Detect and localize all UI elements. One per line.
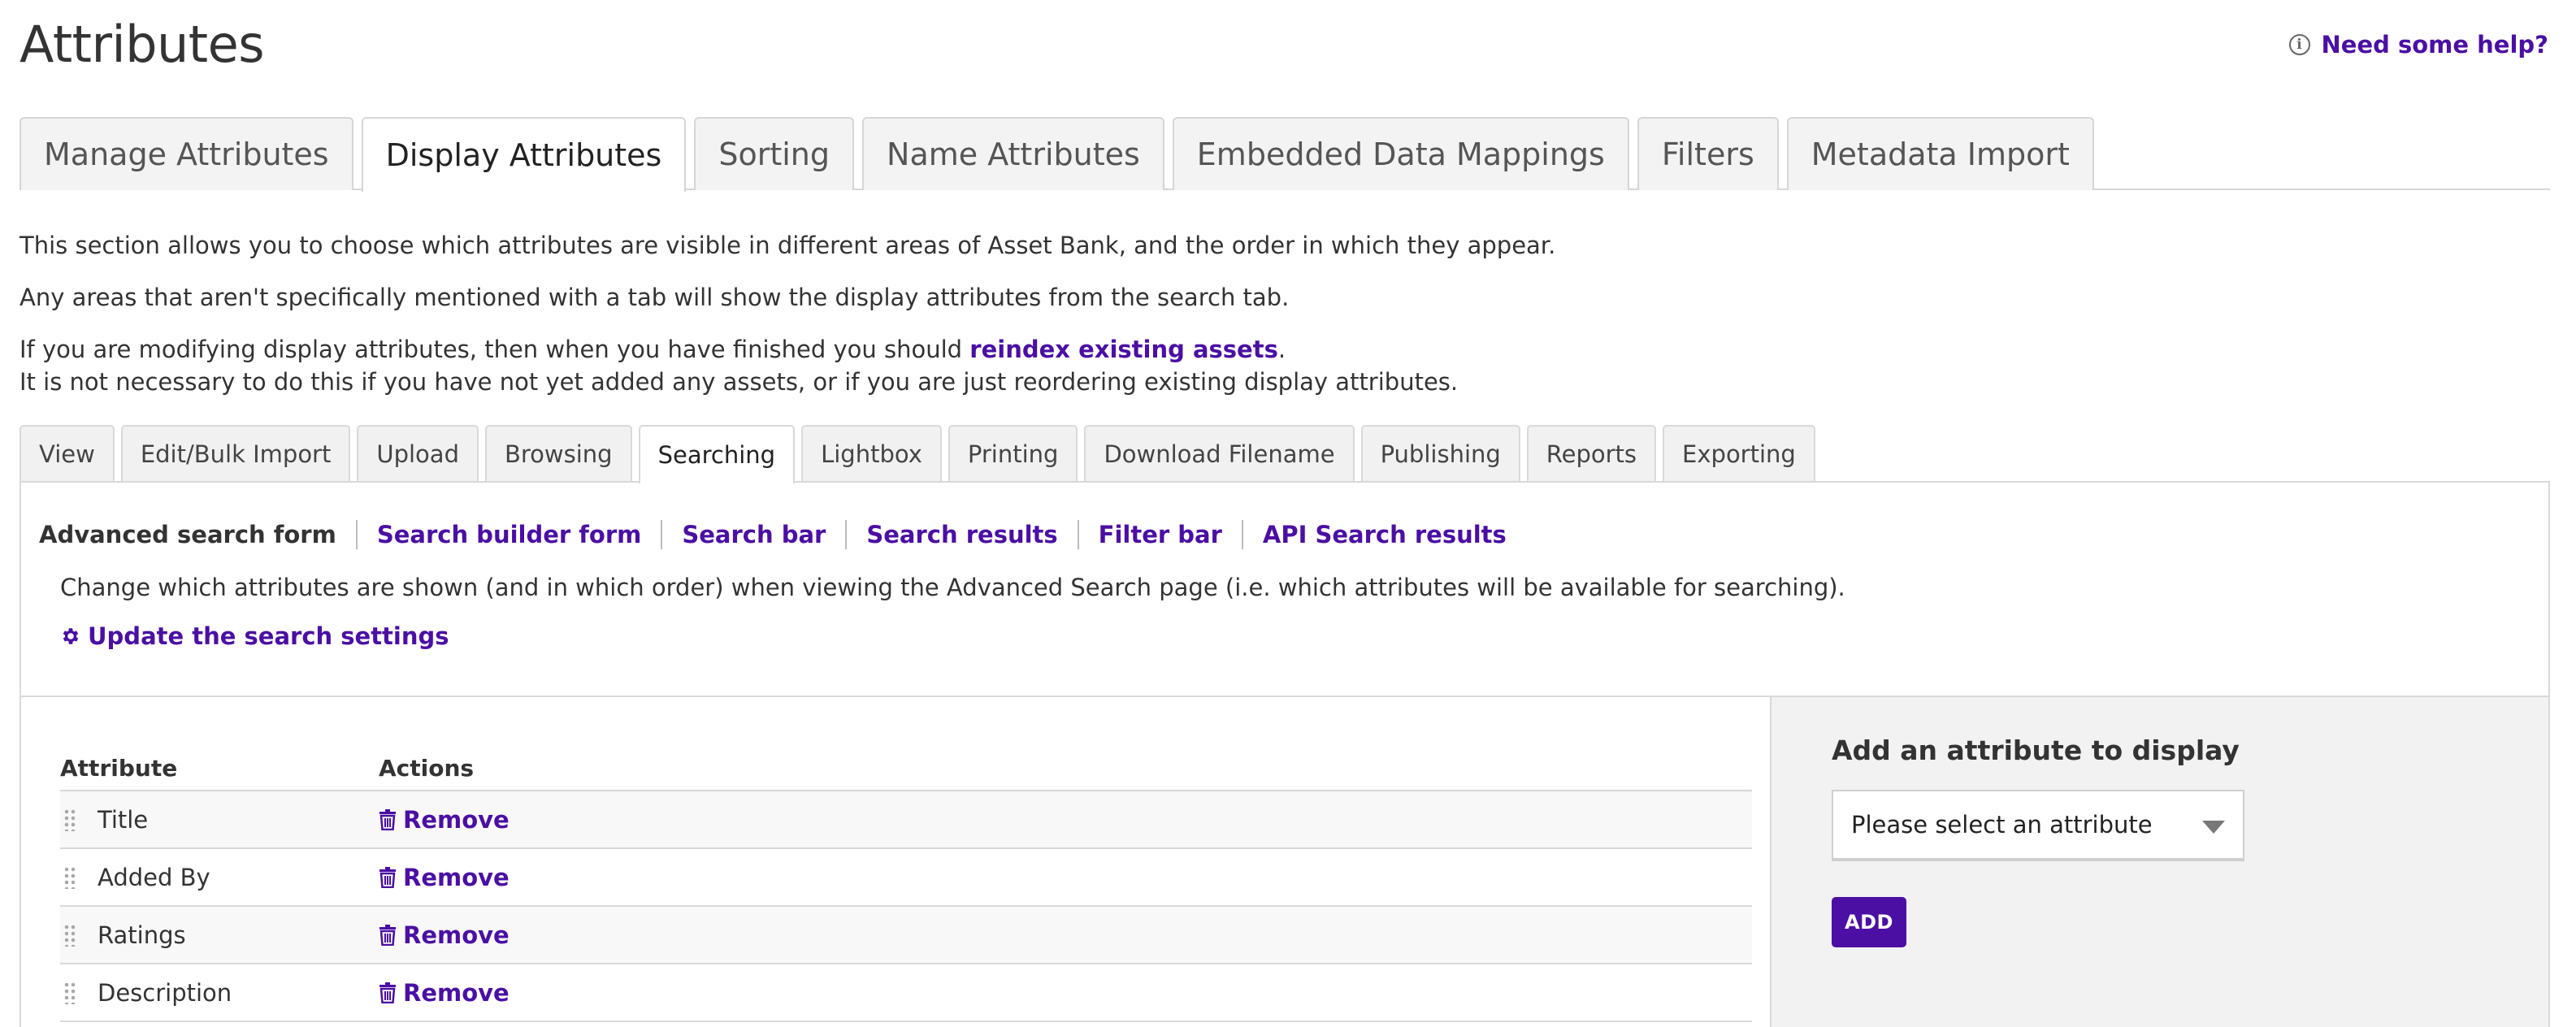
attribute-name: Added By: [98, 863, 210, 891]
tab-name-attributes[interactable]: Name Attributes: [862, 117, 1164, 190]
search-results-link[interactable]: Search results: [845, 520, 1077, 549]
table-row[interactable]: Title Remove: [60, 791, 1752, 849]
intro-line-1: This section allows you to choose which …: [20, 232, 1556, 259]
attribute-name: Description: [98, 978, 232, 1007]
tab-download-filename[interactable]: Download Filename: [1084, 425, 1355, 482]
tab-metadata-import[interactable]: Metadata Import: [1786, 117, 2094, 190]
update-search-settings-link[interactable]: Update the search settings: [60, 622, 449, 650]
help-link-label: Need some help?: [2321, 31, 2548, 58]
remove-button[interactable]: Remove: [379, 979, 510, 1007]
intro-line-2: Any areas that aren't specifically menti…: [20, 284, 1290, 311]
table-row[interactable]: Ratings Remove: [60, 907, 1752, 964]
chevron-down-icon: [2202, 821, 2225, 834]
table-header: Attribute Actions: [60, 746, 1752, 791]
reindex-assets-link[interactable]: reindex existing assets: [969, 336, 1278, 363]
page-title: Attributes: [20, 15, 265, 74]
attribute-cell: Ratings: [60, 921, 379, 949]
filter-bar-link[interactable]: Filter bar: [1077, 520, 1242, 549]
drag-handle-icon[interactable]: [63, 981, 76, 1004]
api-search-results-link[interactable]: API Search results: [1241, 520, 1526, 549]
tab-publishing[interactable]: Publishing: [1360, 425, 1520, 482]
trash-icon: [379, 866, 397, 888]
trash-icon: [379, 924, 397, 946]
search-builder-form-link[interactable]: Search builder form: [355, 520, 661, 549]
attribute-table: Attribute Actions Title Remove Added By …: [60, 746, 1752, 1022]
attribute-select-value: Please select an attribute: [1851, 811, 2153, 838]
search-bar-link[interactable]: Search bar: [661, 520, 845, 549]
intro-line-3-text: If you are modifying display attributes,…: [20, 336, 970, 363]
tab-sorting[interactable]: Sorting: [694, 117, 855, 190]
add-attribute-title: Add an attribute to display: [1832, 734, 2240, 766]
tab-view[interactable]: View: [20, 425, 115, 482]
remove-label: Remove: [403, 805, 510, 834]
drag-handle-icon[interactable]: [63, 865, 76, 889]
trash-icon: [379, 808, 397, 830]
area-tabs: View Edit/Bulk Import Upload Browsing Se…: [20, 425, 2550, 483]
add-button[interactable]: ADD: [1832, 897, 1906, 947]
table-row[interactable]: Description Remove: [60, 964, 1752, 1022]
main-tabs: Manage Attributes Display Attributes Sor…: [20, 117, 2550, 192]
tab-lightbox[interactable]: Lightbox: [801, 425, 942, 482]
section-description: Change which attributes are shown (and i…: [60, 574, 1845, 601]
remove-button[interactable]: Remove: [379, 806, 510, 834]
table-row[interactable]: Added By Remove: [60, 849, 1752, 907]
intro-line-3-end: .: [1277, 336, 1286, 363]
tab-manage-attributes[interactable]: Manage Attributes: [20, 117, 353, 190]
drag-handle-icon[interactable]: [63, 923, 76, 947]
attribute-name: Title: [98, 805, 149, 834]
header-actions: Actions: [379, 754, 475, 782]
trash-icon: [379, 982, 397, 1003]
tab-searching[interactable]: Searching: [638, 425, 796, 483]
remove-button[interactable]: Remove: [379, 921, 510, 949]
attribute-cell: Description: [60, 979, 379, 1007]
attribute-select[interactable]: Please select an attribute: [1832, 790, 2244, 861]
info-icon: i: [2288, 34, 2310, 55]
tab-exporting[interactable]: Exporting: [1663, 425, 1815, 482]
help-link[interactable]: i Need some help?: [2288, 31, 2548, 58]
tab-upload[interactable]: Upload: [357, 425, 479, 482]
tab-edit-bulk-import[interactable]: Edit/Bulk Import: [120, 425, 351, 482]
remove-label: Remove: [403, 978, 510, 1007]
remove-label: Remove: [403, 863, 510, 891]
header-attribute: Attribute: [60, 754, 178, 782]
tab-display-attributes[interactable]: Display Attributes: [361, 117, 687, 192]
remove-label: Remove: [403, 921, 510, 949]
remove-button[interactable]: Remove: [379, 864, 510, 891]
tab-printing[interactable]: Printing: [948, 425, 1078, 482]
tab-embedded-data-mappings[interactable]: Embedded Data Mappings: [1172, 117, 1629, 190]
attribute-cell: Added By: [60, 864, 379, 891]
table-body: Title Remove Added By Remove Ratings Rem…: [60, 791, 1752, 1022]
intro-line-3: If you are modifying display attributes,…: [20, 333, 1286, 366]
tab-reports[interactable]: Reports: [1526, 425, 1657, 482]
drag-handle-icon[interactable]: [63, 808, 76, 831]
search-type-links: Advanced search form Search builder form…: [39, 520, 1526, 549]
update-search-settings-label: Update the search settings: [88, 622, 449, 650]
tab-browsing[interactable]: Browsing: [484, 425, 632, 482]
tab-filters[interactable]: Filters: [1637, 117, 1779, 190]
advanced-search-form-label: Advanced search form: [39, 521, 336, 548]
attribute-name: Ratings: [98, 921, 186, 949]
gear-icon: [60, 626, 81, 647]
intro-line-4: It is not necessary to do this if you ha…: [20, 368, 1459, 396]
attribute-cell: Title: [60, 806, 379, 834]
